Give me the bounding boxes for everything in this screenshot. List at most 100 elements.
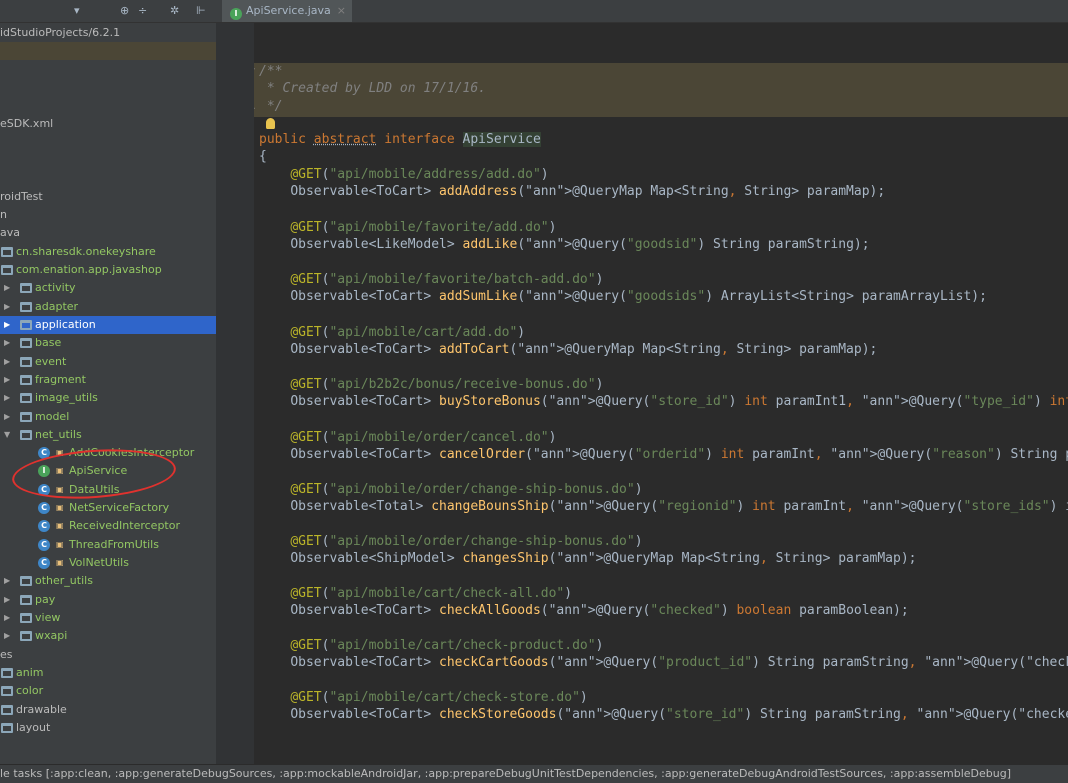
get-annotation: @GET xyxy=(290,167,322,182)
method-args: "ann">@Query("store_id") String paramStr… xyxy=(564,707,1068,722)
tree-item-label: cn.sharesdk.onekeyshare xyxy=(16,245,156,258)
code-method-line: Observable<ToCart> addToCart("ann">@Quer… xyxy=(290,342,878,357)
package-folder-icon xyxy=(20,283,32,293)
tree-item-label: AddCookiesInterceptor xyxy=(69,446,195,459)
tree-item-label: VolNetUtils xyxy=(69,556,129,569)
method-args: "ann">@Query("regionid") int paramInt, "… xyxy=(556,499,1068,514)
method-args: "ann">@Query("orderid") int paramInt, "a… xyxy=(532,447,1068,462)
lock-icon: ▣ xyxy=(56,521,64,530)
tree-item-label: net_utils xyxy=(35,428,82,441)
class-icon: C xyxy=(38,539,50,551)
package-folder-icon xyxy=(20,631,32,641)
endpoint-string: "api/mobile/order/change-ship-bonus.do" xyxy=(329,534,635,549)
return-type: Observable<ToCart> xyxy=(290,707,432,722)
kw-interface: interface xyxy=(384,132,455,147)
folder-icon xyxy=(1,668,13,678)
code-annotation-line: @GET("api/mobile/cart/check-store.do") xyxy=(290,690,588,705)
tree-item-label: wxapi xyxy=(35,629,68,642)
tab-label: ApiService.java xyxy=(246,4,331,17)
expand-arrow-icon[interactable]: ▶ xyxy=(4,371,10,389)
expand-arrow-icon[interactable]: ▶ xyxy=(4,591,10,609)
class-icon: C xyxy=(38,557,50,569)
expand-arrow-icon[interactable]: ▶ xyxy=(4,279,10,297)
expand-arrow-icon[interactable]: ▶ xyxy=(4,572,10,590)
fold-icon[interactable]: △ xyxy=(254,101,255,111)
class-icon: C xyxy=(38,447,50,459)
tree-item-label: view xyxy=(35,611,61,624)
interface-icon: I xyxy=(38,465,50,477)
lock-icon: ▣ xyxy=(56,485,64,494)
method-name: changesShip xyxy=(462,551,549,566)
get-annotation: @GET xyxy=(290,638,322,653)
project-toolbar: ▾ ⊕ ÷ ✲ ⊩ xyxy=(0,0,216,23)
code-comment-line: * Created by LDD on 17/1/16. xyxy=(259,81,486,96)
code-editor[interactable]: ▽ △ /** * Created by LDD on 17/1/16. */ … xyxy=(254,23,1068,764)
lock-icon: ▣ xyxy=(56,540,64,549)
code-annotation-line: @GET("api/mobile/favorite/add.do") xyxy=(290,220,557,235)
close-icon[interactable]: × xyxy=(337,4,346,17)
lightbulb-icon[interactable] xyxy=(266,118,275,129)
code-method-line: Observable<ShipModel> changesShip("ann">… xyxy=(290,551,917,566)
tree-item-label: DataUtils xyxy=(69,483,120,496)
kw-public: public xyxy=(259,132,306,147)
package-folder-icon xyxy=(20,412,32,422)
code-annotation-line: @GET("api/b2b2c/bonus/receive-bonus.do") xyxy=(290,377,604,392)
collapse-all-icon[interactable]: ÷ xyxy=(138,3,147,19)
return-type: Observable<Total> xyxy=(290,499,424,514)
package-folder-icon xyxy=(20,595,32,605)
scroll-from-source-icon[interactable]: ⊕ xyxy=(120,3,129,19)
tree-item-application[interactable]: ▶ application xyxy=(0,316,216,334)
code-interface-declaration: public abstract interface ApiService xyxy=(259,131,541,149)
lock-icon: ▣ xyxy=(56,558,64,567)
code-method-line: Observable<ToCart> checkAllGoods("ann">@… xyxy=(290,603,909,618)
folder-icon xyxy=(1,723,13,733)
project-tool-window: ▾ ⊕ ÷ ✲ ⊩ idStudioProjects/6.2.1 eSDK.xm… xyxy=(0,0,216,764)
get-annotation: @GET xyxy=(290,482,322,497)
endpoint-string: "api/mobile/order/cancel.do" xyxy=(329,430,549,445)
collapse-arrow-icon[interactable]: ▼ xyxy=(4,426,10,444)
method-name: addToCart xyxy=(439,342,510,357)
package-folder-icon xyxy=(20,302,32,312)
tree-item-label: image_utils xyxy=(35,391,98,404)
expand-arrow-icon[interactable]: ▶ xyxy=(4,316,10,334)
tree-item-label: model xyxy=(35,410,70,423)
project-path[interactable]: idStudioProjects/6.2.1 xyxy=(0,24,120,42)
return-type: Observable<ToCart> xyxy=(290,603,432,618)
method-name: checkAllGoods xyxy=(439,603,541,618)
tab-apiservice-java[interactable]: I ApiService.java × xyxy=(222,0,352,22)
fold-icon[interactable]: ▽ xyxy=(254,67,255,77)
code-method-line: Observable<ToCart> buyStoreBonus("ann">@… xyxy=(259,393,1068,411)
expand-arrow-icon[interactable]: ▶ xyxy=(4,334,10,352)
lock-icon: ▣ xyxy=(56,466,64,475)
tree-item-label: adapter xyxy=(35,300,79,313)
expand-arrow-icon[interactable]: ▶ xyxy=(4,298,10,316)
method-name: checkStoreGoods xyxy=(439,707,557,722)
expand-arrow-icon[interactable]: ▶ xyxy=(4,353,10,371)
expand-arrow-icon[interactable]: ▶ xyxy=(4,627,10,645)
return-type: Observable<LikeModel> xyxy=(290,237,455,252)
tree-item-label: color xyxy=(16,684,44,697)
dropdown-icon[interactable]: ▾ xyxy=(74,3,80,19)
method-args: "ann">@Query("checked") boolean paramBoo… xyxy=(548,603,909,618)
class-icon: C xyxy=(38,520,50,532)
hide-panel-icon[interactable]: ⊩ xyxy=(196,3,206,19)
expand-arrow-icon[interactable]: ▶ xyxy=(4,408,10,426)
endpoint-string: "api/b2b2c/bonus/receive-bonus.do" xyxy=(329,377,596,392)
class-icon: C xyxy=(38,484,50,496)
code-method-line: Observable<ToCart> addAddress("ann">@Que… xyxy=(290,184,886,199)
method-name: cancelOrder xyxy=(439,447,526,462)
tree-item-label: fragment xyxy=(35,373,86,386)
get-annotation: @GET xyxy=(290,690,322,705)
expand-arrow-icon[interactable]: ▶ xyxy=(4,389,10,407)
method-name: checkCartGoods xyxy=(439,655,549,670)
method-name: buyStoreBonus xyxy=(439,394,541,409)
settings-gear-icon[interactable]: ✲ xyxy=(170,3,179,19)
return-type: Observable<ShipModel> xyxy=(290,551,455,566)
expand-arrow-icon[interactable]: ▶ xyxy=(4,609,10,627)
kw-abstract: abstract xyxy=(313,132,377,147)
package-folder-icon xyxy=(20,393,32,403)
code-method-line: Observable<Total> changeBounsShip("ann">… xyxy=(259,498,1068,516)
code-open-brace: { xyxy=(259,149,267,164)
method-args: "ann">@QueryMap Map<String, String> para… xyxy=(525,184,886,199)
endpoint-string: "api/mobile/favorite/add.do" xyxy=(329,220,549,235)
